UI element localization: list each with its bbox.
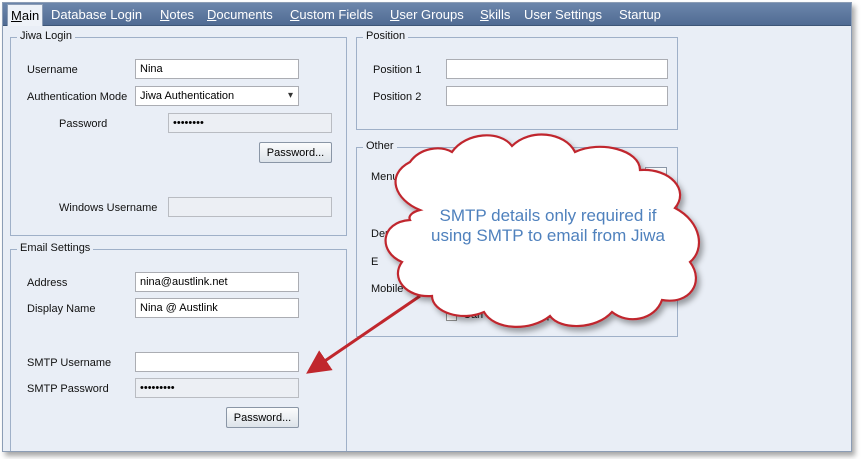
callout-arrow: [306, 294, 421, 374]
callout-text: SMTP details only required if using SMTP…: [431, 206, 665, 245]
